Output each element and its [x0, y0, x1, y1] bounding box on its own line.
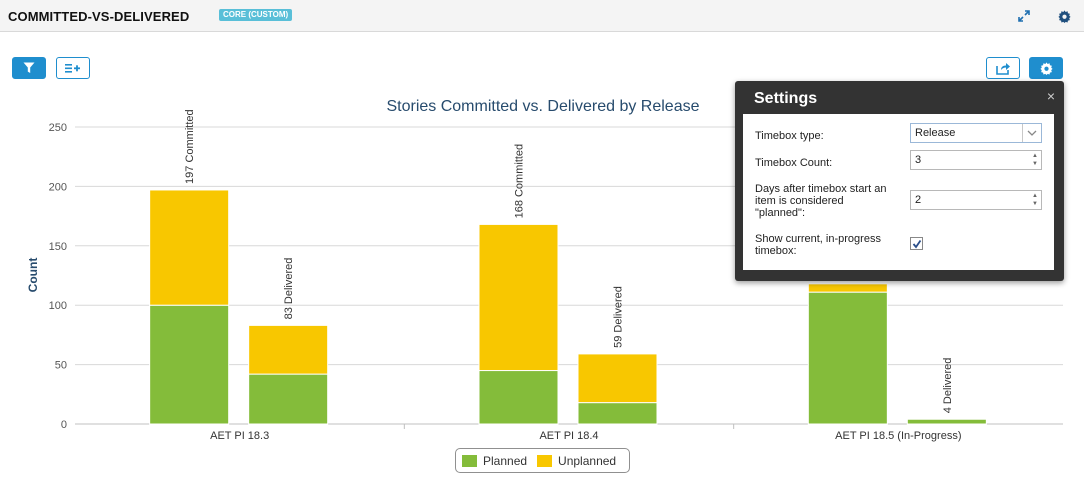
filter-button[interactable] [12, 57, 46, 79]
legend-label-planned: Planned [483, 453, 528, 468]
timebox-count-label: Timebox Count: [755, 157, 833, 169]
x-tick-label: AET PI 18.4 [539, 430, 598, 442]
settings-title: Settings [754, 90, 818, 107]
number-spinner-icon[interactable]: ▲ ▼ [1031, 192, 1039, 208]
checkmark-icon [912, 239, 921, 248]
bar-data-label: 197 Committed [184, 109, 196, 184]
close-icon[interactable]: × [1047, 88, 1055, 104]
bar-data-label: 83 Delivered [283, 258, 295, 320]
chevron-down-icon[interactable] [1022, 124, 1041, 142]
settings-button[interactable] [1029, 57, 1063, 79]
legend-swatch-unplanned [537, 454, 553, 467]
bar-unplanned-committed [478, 223, 559, 372]
settings-form: Timebox type: Release Timebox Count: 3 ▲… [743, 114, 1054, 270]
add-field-button[interactable] [56, 57, 90, 79]
days-planned-label-line: "planned": [755, 207, 806, 219]
timebox-type-select[interactable]: Release [910, 123, 1042, 143]
x-axis-ticks: AET PI 18.3 AET PI 18.4 AET PI 18.5 (In-Pr… [210, 424, 962, 442]
y-axis-ticks: 0 50 100 150 200 250 [49, 122, 67, 431]
export-icon [995, 62, 1010, 75]
y-tick-label: 150 [49, 241, 67, 253]
bar-data-label: 168 Committed [514, 144, 526, 219]
days-planned-input[interactable]: 2 ▲ ▼ [910, 190, 1042, 210]
y-tick-label: 250 [49, 122, 67, 134]
export-button[interactable] [986, 57, 1020, 79]
days-planned-label: Days after timebox start an item is cons… [755, 183, 886, 219]
show-current-label: Show current, in-progress timebox: [755, 233, 881, 257]
bar-planned-committed [149, 304, 230, 425]
x-tick-label: AET PI 18.3 [210, 430, 269, 442]
bar-unplanned-delivered [248, 324, 329, 375]
show-current-checkbox[interactable] [910, 237, 923, 250]
legend-swatch-planned [462, 454, 477, 467]
bar-planned-delivered [577, 402, 658, 425]
app-header: COMMITTED-VS-DELIVERED CORE (CUSTOM) [0, 0, 1084, 32]
bar-data-label: 4 Delivered [942, 358, 954, 414]
y-tick-label: 200 [49, 181, 67, 193]
timebox-type-value: Release [915, 127, 956, 139]
filter-icon [23, 62, 35, 73]
expand-icon[interactable] [1016, 8, 1032, 24]
gear-icon[interactable] [1056, 8, 1072, 24]
add-list-icon [65, 64, 80, 73]
y-axis-label: Count [26, 258, 40, 293]
chart-title: Stories Committed vs. Delivered by Relea… [386, 98, 699, 115]
bar-planned-delivered [906, 418, 987, 425]
legend-item-planned[interactable]: Planned [462, 454, 527, 468]
legend-item-unplanned[interactable]: Unplanned [537, 454, 616, 468]
timebox-count-value: 3 [915, 154, 922, 166]
app-root: COMMITTED-VS-DELIVERED CORE (CUSTOM) Sto… [0, 0, 1084, 500]
bar-unplanned-committed [807, 283, 888, 293]
bar-data-label: 59 Delivered [613, 286, 625, 348]
show-current-label-line: timebox: [755, 245, 797, 257]
bar-planned-committed [807, 291, 888, 425]
show-current-label-line: Show current, in-progress [755, 233, 881, 245]
y-tick-label: 50 [55, 360, 67, 372]
gear-icon [1039, 61, 1053, 75]
timebox-type-label: Timebox type: [755, 130, 824, 142]
days-planned-value: 2 [915, 194, 922, 206]
bar-planned-committed [478, 370, 559, 425]
legend-label-unplanned: Unplanned [558, 453, 617, 468]
days-planned-label-line: Days after timebox start an [755, 183, 887, 195]
bar-unplanned-committed [149, 189, 230, 306]
y-tick-label: 0 [61, 419, 67, 431]
settings-popup: Settings × Timebox type: Release Timebox… [735, 81, 1064, 281]
bar-unplanned-delivered [577, 353, 658, 404]
timebox-count-input[interactable]: 3 ▲ ▼ [910, 150, 1042, 170]
app-title: COMMITTED-VS-DELIVERED [8, 9, 190, 24]
y-tick-label: 100 [49, 300, 67, 312]
days-planned-label-line: item is considered [755, 195, 844, 207]
bar-planned-delivered [248, 373, 329, 425]
core-custom-badge: CORE (CUSTOM) [219, 9, 293, 21]
x-tick-label: AET PI 18.5 (In-Progress) [835, 430, 961, 442]
chart-legend[interactable]: Planned Unplanned [455, 448, 630, 473]
number-spinner-icon[interactable]: ▲ ▼ [1031, 152, 1039, 168]
